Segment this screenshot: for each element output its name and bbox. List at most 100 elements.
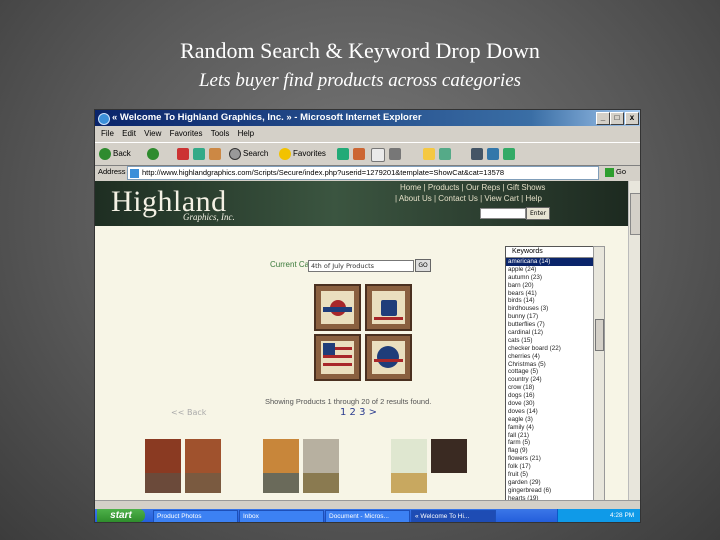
keyword-option[interactable]: americana (14) — [506, 258, 594, 266]
site-nav-primary[interactable]: Home | Products | Our Reps | Gift Shows — [400, 183, 545, 192]
toolbar-icon[interactable] — [487, 148, 499, 160]
keyword-option[interactable]: dove (30) — [506, 400, 594, 408]
product-thumb[interactable] — [185, 439, 221, 473]
menu-help[interactable]: Help — [238, 127, 254, 141]
keyword-option[interactable]: doves (14) — [506, 408, 594, 416]
keyword-dropdown[interactable]: Keywords americana (14) apple (24) autumn … — [505, 246, 595, 500]
stop-icon[interactable] — [177, 148, 189, 160]
product-thumb[interactable] — [145, 473, 181, 493]
keyword-option[interactable]: flag (9) — [506, 447, 594, 455]
keyword-option[interactable]: flowers (21) — [506, 455, 594, 463]
menu-file[interactable]: File — [101, 127, 114, 141]
window-title: « Welcome To Highland Graphics, Inc. » -… — [112, 112, 422, 123]
category-select[interactable]: 4th of July Products — [308, 260, 414, 272]
product-thumb[interactable] — [314, 334, 361, 381]
keyword-option[interactable]: birdhouses (3) — [506, 305, 594, 313]
keyword-option[interactable]: autumn (23) — [506, 274, 594, 282]
taskbar-item[interactable]: Document - Micros... — [325, 510, 410, 522]
search-label: Search — [243, 149, 269, 158]
site-nav-secondary[interactable]: | About Us | Contact Us | View Cart | He… — [395, 194, 542, 203]
product-thumb[interactable] — [263, 439, 299, 473]
close-button[interactable]: x — [625, 112, 639, 125]
keyword-list: americana (14) apple (24) autumn (23) barn … — [506, 258, 594, 500]
keyword-option[interactable]: barn (20) — [506, 282, 594, 290]
toolbar-icon[interactable] — [439, 148, 451, 160]
toolbar: Back Search Favorites — [95, 142, 640, 166]
keyword-option[interactable]: family (4) — [506, 424, 594, 432]
system-tray: 4:28 PM — [557, 509, 640, 522]
product-thumb[interactable] — [303, 439, 339, 473]
taskbar-item[interactable]: Product Photos — [153, 510, 238, 522]
product-thumb[interactable] — [263, 473, 299, 493]
folder-icon[interactable] — [423, 148, 435, 160]
search-button[interactable]: Search — [229, 146, 268, 162]
taskbar-item-active[interactable]: « Welcome To Hi... — [411, 510, 496, 522]
keyword-option[interactable]: country (24) — [506, 376, 594, 384]
product-thumb[interactable] — [391, 439, 427, 473]
menu-view[interactable]: View — [144, 127, 161, 141]
site-search-input[interactable] — [480, 208, 526, 219]
back-link[interactable]: << Back — [171, 408, 206, 417]
keyword-scrollbar[interactable] — [593, 246, 605, 500]
refresh-icon[interactable] — [193, 148, 205, 160]
start-button[interactable]: start — [97, 509, 145, 522]
taskbar-item[interactable]: Inbox — [239, 510, 324, 522]
results-summary: Showing Products 1 through 20 of 2 resul… — [265, 397, 432, 406]
keyword-option[interactable]: checker board (22) — [506, 345, 594, 353]
toolbar-icon[interactable] — [503, 148, 515, 160]
keyword-option[interactable]: dogs (16) — [506, 392, 594, 400]
menu-tools[interactable]: Tools — [211, 127, 230, 141]
maximize-button[interactable]: □ — [610, 112, 624, 125]
favorites-button[interactable]: Favorites — [279, 146, 326, 162]
web-page: Highland Graphics, Inc. Home | Products … — [95, 181, 628, 500]
address-input[interactable]: http://www.highlandgraphics.com/Scripts/… — [127, 166, 599, 180]
window-titlebar[interactable]: « Welcome To Highland Graphics, Inc. » -… — [95, 110, 640, 126]
media-icon[interactable] — [337, 148, 349, 160]
forward-arrow-icon[interactable] — [147, 148, 159, 160]
keyword-option[interactable]: cottage (5) — [506, 368, 594, 376]
keyword-option[interactable]: cats (15) — [506, 337, 594, 345]
back-button[interactable]: Back — [99, 146, 131, 162]
toolbar-icon[interactable] — [471, 148, 483, 160]
ie-icon — [98, 113, 110, 125]
menu-favorites[interactable]: Favorites — [170, 127, 203, 141]
keyword-option[interactable]: cardinal (12) — [506, 329, 594, 337]
go-button[interactable]: Go — [605, 167, 626, 177]
keyword-option[interactable]: birds (14) — [506, 297, 594, 305]
keyword-option[interactable]: butterflies (7) — [506, 321, 594, 329]
product-thumb[interactable] — [431, 439, 467, 473]
page-scrollbar[interactable] — [628, 181, 640, 500]
keyword-option[interactable]: gingerbread (6) — [506, 487, 594, 495]
category-go-button[interactable]: GO — [415, 259, 431, 272]
browser-window: « Welcome To Highland Graphics, Inc. » -… — [95, 110, 640, 522]
product-thumb[interactable] — [185, 473, 221, 493]
product-thumb[interactable] — [314, 284, 361, 331]
site-logo-sub: Graphics, Inc. — [183, 212, 235, 222]
keyword-option[interactable]: cherries (4) — [506, 353, 594, 361]
home-icon[interactable] — [209, 148, 221, 160]
product-thumb[interactable] — [145, 439, 181, 473]
mail-icon[interactable] — [371, 148, 385, 162]
keyword-option[interactable]: eagle (3) — [506, 416, 594, 424]
keyword-option[interactable]: farm (5) — [506, 439, 594, 447]
history-icon[interactable] — [353, 148, 365, 160]
minimize-button[interactable]: _ — [596, 112, 610, 125]
product-thumb[interactable] — [365, 334, 412, 381]
keyword-option[interactable]: garden (29) — [506, 479, 594, 487]
product-thumb[interactable] — [303, 473, 339, 493]
print-icon[interactable] — [389, 148, 401, 160]
product-thumb[interactable] — [391, 473, 427, 493]
menu-bar: File Edit View Favorites Tools Help — [95, 127, 640, 141]
product-thumb[interactable] — [365, 284, 412, 331]
keyword-option[interactable]: fall (21) — [506, 432, 594, 440]
keyword-option[interactable]: bears (41) — [506, 290, 594, 298]
keyword-option[interactable]: folk (17) — [506, 463, 594, 471]
site-search-button[interactable]: Enter — [526, 207, 550, 220]
keyword-option[interactable]: fruit (5) — [506, 471, 594, 479]
keyword-option[interactable]: bunny (17) — [506, 313, 594, 321]
keyword-option[interactable]: crow (18) — [506, 384, 594, 392]
pagination[interactable]: 1 2 3 > — [340, 407, 377, 418]
keyword-option[interactable]: apple (24) — [506, 266, 594, 274]
keyword-option[interactable]: Christmas (5) — [506, 361, 594, 369]
menu-edit[interactable]: Edit — [122, 127, 136, 141]
